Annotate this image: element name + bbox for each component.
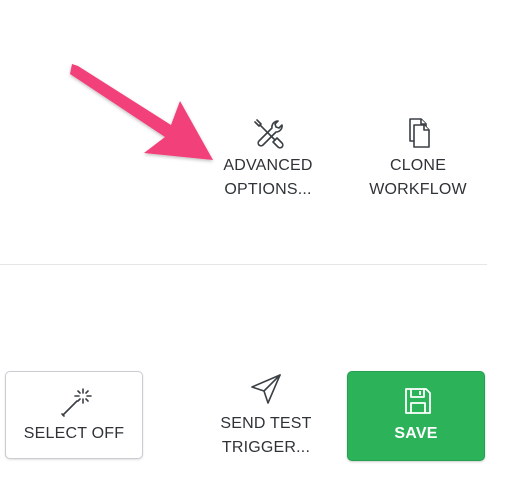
- select-off-button[interactable]: SELECT OFF: [5, 371, 143, 459]
- tools-icon: [254, 119, 284, 149]
- advanced-options-button[interactable]: ADVANCED OPTIONS...: [208, 116, 328, 202]
- paper-plane-icon: [251, 374, 281, 404]
- copy-documents-icon: [409, 118, 430, 148]
- save-button[interactable]: SAVE: [347, 371, 485, 461]
- clone-workflow-button[interactable]: CLONE WORKFLOW: [356, 116, 480, 202]
- advanced-options-label: ADVANCED OPTIONS...: [223, 157, 313, 198]
- clone-workflow-label: CLONE WORKFLOW: [369, 157, 467, 198]
- save-label: SAVE: [394, 425, 438, 442]
- select-off-label: SELECT OFF: [23, 425, 125, 442]
- floppy-disk-icon: [405, 388, 431, 414]
- send-test-trigger-label: SEND TEST TRIGGER...: [220, 415, 312, 456]
- send-test-trigger-button[interactable]: SEND TEST TRIGGER...: [204, 372, 328, 460]
- section-divider: [0, 264, 487, 265]
- workflow-actions-panel: ADVANCED OPTIONS... CLONE WORKFLOW SELEC…: [0, 0, 516, 478]
- magic-wand-icon: [61, 388, 92, 417]
